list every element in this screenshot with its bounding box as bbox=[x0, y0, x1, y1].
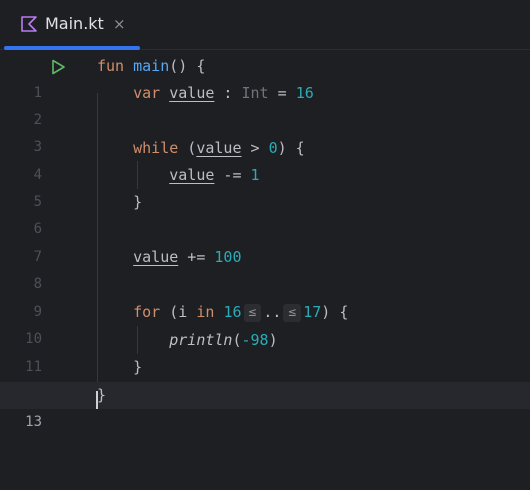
code-text: += bbox=[178, 248, 215, 266]
code-text: } bbox=[133, 358, 143, 376]
variable: value bbox=[196, 139, 242, 157]
inlay-hint[interactable]: ≤ bbox=[243, 304, 262, 322]
number-literal: -98 bbox=[241, 331, 269, 349]
active-tab-indicator bbox=[4, 46, 140, 50]
code-line[interactable]: 8 value += 100 bbox=[0, 244, 530, 292]
code-text: .. bbox=[263, 303, 282, 321]
code-text: ) bbox=[268, 331, 278, 349]
code-line[interactable]: 12 } bbox=[0, 354, 530, 402]
number-literal: 0 bbox=[268, 139, 278, 157]
code-line[interactable]: 6 } bbox=[0, 189, 530, 237]
current-line[interactable]: 13 } bbox=[0, 382, 530, 430]
run-icon[interactable] bbox=[50, 59, 66, 75]
function-name: main bbox=[133, 57, 170, 75]
number-literal: 17 bbox=[303, 303, 322, 321]
code-text: } bbox=[97, 386, 107, 404]
close-icon[interactable]: × bbox=[113, 15, 126, 33]
code-line[interactable]: 10 for (i in 16 ≤.. ≤17) { bbox=[0, 299, 530, 347]
type-name: Int bbox=[241, 84, 269, 102]
inlay-hint[interactable]: ≤ bbox=[283, 304, 302, 322]
code-editor[interactable]: 1 fun main() { 2 var value : Int = 16 3 … bbox=[0, 51, 530, 430]
code-line[interactable]: 3 bbox=[0, 107, 530, 155]
keyword: in bbox=[196, 303, 215, 321]
code-text: ( bbox=[178, 139, 197, 157]
editor-tab-bar: Main.kt × bbox=[0, 0, 530, 50]
code-text: > bbox=[241, 139, 269, 157]
number-literal: 16 bbox=[295, 84, 314, 102]
number-literal: 16 bbox=[223, 303, 242, 321]
variable: value bbox=[169, 166, 215, 184]
code-line[interactable]: 5 value -= 1 bbox=[0, 162, 530, 210]
number-literal: 1 bbox=[250, 166, 260, 184]
tab-main-kt[interactable]: Main.kt × bbox=[0, 0, 140, 50]
number-literal: 100 bbox=[214, 248, 242, 266]
keyword: for bbox=[133, 303, 161, 321]
code-text: (i bbox=[160, 303, 197, 321]
code-text: = bbox=[268, 84, 296, 102]
code-line[interactable]: 1 fun main() { bbox=[0, 53, 530, 101]
keyword: while bbox=[133, 139, 179, 157]
code-line[interactable]: 2 var value : Int = 16 bbox=[0, 80, 530, 128]
code-text: () bbox=[169, 57, 197, 75]
code-text: : bbox=[214, 84, 242, 102]
tab-label: Main.kt bbox=[45, 14, 104, 33]
keyword: var bbox=[133, 84, 161, 102]
code-text: { bbox=[196, 57, 206, 75]
kotlin-file-icon bbox=[21, 16, 37, 32]
code-text: ) { bbox=[277, 139, 305, 157]
variable: value bbox=[133, 248, 179, 266]
code-line[interactable]: 4 while (value > 0) { bbox=[0, 135, 530, 183]
code-text: ( bbox=[232, 331, 242, 349]
variable: value bbox=[169, 84, 215, 102]
code-text: } bbox=[133, 193, 143, 211]
text-caret bbox=[96, 391, 98, 409]
function-call: println bbox=[169, 331, 233, 349]
code-text: ) { bbox=[321, 303, 349, 321]
keyword: fun bbox=[97, 57, 125, 75]
code-line[interactable]: 9 bbox=[0, 272, 530, 320]
code-text: -= bbox=[214, 166, 251, 184]
code-line[interactable]: 7 bbox=[0, 217, 530, 265]
line-number: 13 bbox=[25, 414, 42, 430]
code-line[interactable]: 11 println(-98) bbox=[0, 327, 530, 375]
